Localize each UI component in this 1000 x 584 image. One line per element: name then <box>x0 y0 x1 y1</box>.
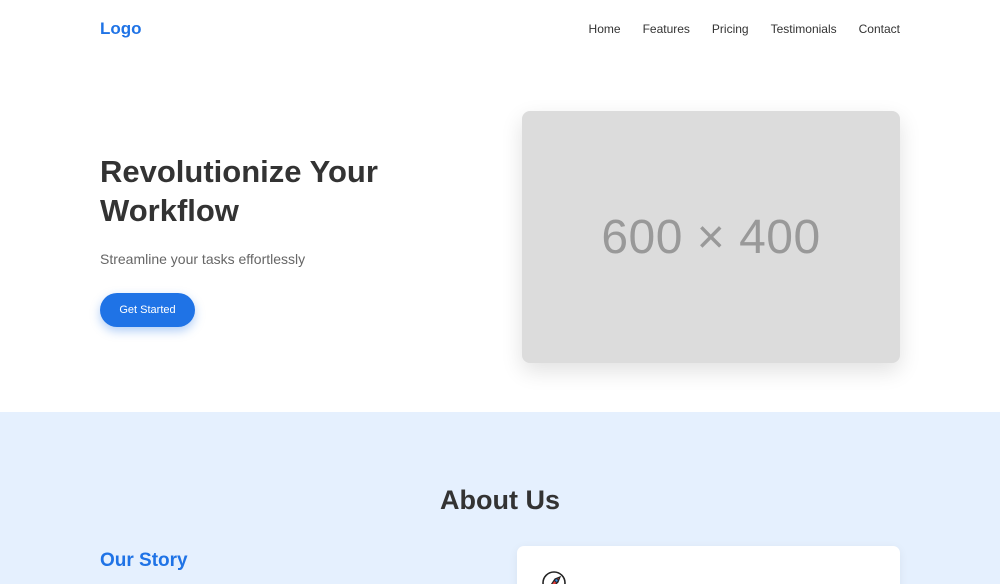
hero-section: Revolutionize Your Workflow Streamline y… <box>0 60 1000 412</box>
nav-pricing-link[interactable]: Pricing <box>712 22 749 36</box>
hero-image-placeholder: 600 × 400 <box>522 111 900 363</box>
our-story-title: Our Story <box>100 550 188 571</box>
main-nav: Home Features Pricing Testimonials Conta… <box>589 22 900 36</box>
rocket-icon <box>542 571 566 584</box>
site-header: Logo Home Features Pricing Testimonials … <box>0 0 1000 60</box>
logo[interactable]: Logo <box>100 19 142 39</box>
nav-features-link[interactable]: Features <box>643 22 690 36</box>
about-card <box>517 546 900 584</box>
about-title: About Us <box>440 485 560 515</box>
hero-subtitle: Streamline your tasks effortlessly <box>100 251 306 267</box>
placeholder-dimensions-text: 600 × 400 <box>601 210 821 264</box>
nav-home-link[interactable]: Home <box>589 22 621 36</box>
get-started-button[interactable]: Get Started <box>100 293 195 327</box>
nav-contact-link[interactable]: Contact <box>859 22 900 36</box>
nav-testimonials-link[interactable]: Testimonials <box>771 22 837 36</box>
hero-title: Revolutionize Your Workflow <box>100 154 378 228</box>
about-section: About Us Our Story <box>0 412 1000 584</box>
